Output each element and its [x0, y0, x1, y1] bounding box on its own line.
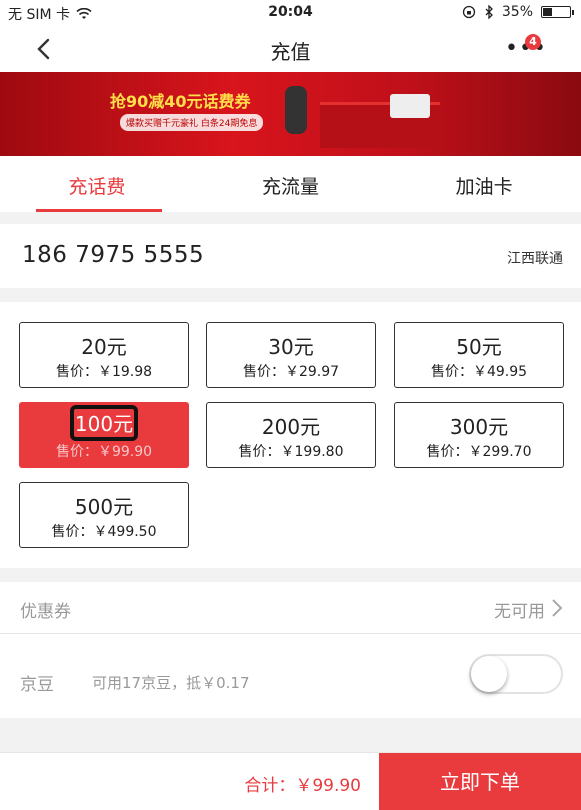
amount-option-50[interactable]: 50元 售价：￥49.95 — [394, 322, 564, 388]
amount-option-300[interactable]: 300元 售价：￥299.70 — [394, 402, 564, 468]
amount-sale-price: 售价：￥99.90 — [55, 444, 153, 460]
phone-number-row: 186 7975 5555 江西联通 — [0, 224, 581, 288]
battery-percent: 35% — [501, 4, 533, 20]
amount-face-value: 20元 — [81, 335, 127, 359]
banner-shaver-image — [285, 86, 307, 134]
tab-label: 充话费 — [68, 176, 126, 198]
status-right: 35% — [462, 4, 574, 20]
amount-sale-price: 售价：￥49.95 — [430, 364, 528, 380]
place-order-button[interactable]: 立即下单 — [379, 753, 581, 810]
amount-face-value: 30元 — [268, 335, 314, 359]
banner-headline: 抢90减40元话费券 — [110, 92, 251, 111]
order-total: 合计：￥99.90 — [244, 776, 361, 796]
banner-product-image — [390, 94, 430, 118]
amount-option-500[interactable]: 500元 售价：￥499.50 — [19, 482, 189, 548]
amount-sale-price: 售价：￥19.98 — [55, 364, 153, 380]
navigation-bar: 充值 ••• 4 — [0, 26, 581, 72]
notification-badge: 4 — [525, 34, 541, 50]
jd-beans-row: 京豆 可用17京豆，抵￥0.17 — [0, 634, 581, 718]
amount-face-value: 500元 — [74, 495, 134, 519]
status-bar: 无 SIM 卡 20:04 35% — [0, 0, 581, 26]
more-button[interactable]: ••• 4 — [501, 34, 546, 64]
amount-face-value: 100元 — [70, 405, 138, 441]
amount-sale-price: 售价：￥29.97 — [242, 364, 340, 380]
amount-option-20[interactable]: 20元 售价：￥19.98 — [19, 322, 189, 388]
tab-bar: 充话费 充流量 加油卡 — [0, 156, 581, 212]
amount-face-value: 300元 — [449, 415, 509, 439]
coupon-value: 无可用 — [494, 602, 545, 622]
tab-data-recharge[interactable]: 充流量 — [194, 156, 388, 212]
promo-banner[interactable]: 抢90减40元话费券 爆款买赠千元豪礼 白条24期免息 — [0, 72, 581, 156]
beans-available-text: 可用17京豆，抵￥0.17 — [92, 674, 250, 692]
toggle-knob — [471, 656, 507, 692]
bluetooth-icon — [485, 5, 493, 19]
phone-number-input[interactable]: 186 7975 5555 — [22, 242, 204, 268]
coupon-row[interactable]: 优惠券 无可用 — [0, 582, 581, 634]
tab-label: 充流量 — [262, 176, 320, 198]
amount-option-200[interactable]: 200元 售价：￥199.80 — [206, 402, 376, 468]
amount-sale-price: 售价：￥199.80 — [238, 444, 344, 460]
amount-sale-price: 售价：￥299.70 — [426, 444, 532, 460]
page-title: 充值 — [270, 40, 311, 64]
orientation-lock-icon — [462, 5, 476, 19]
chevron-right-icon — [552, 599, 563, 617]
amount-options: 20元 售价：￥19.98 30元 售价：￥29.97 50元 售价：￥49.9… — [0, 302, 581, 568]
amount-face-value: 200元 — [261, 415, 321, 439]
beans-toggle[interactable] — [469, 654, 563, 694]
amount-face-value: 50元 — [456, 335, 502, 359]
battery-icon — [541, 6, 574, 18]
banner-subtext: 爆款买赠千元豪礼 白条24期免息 — [120, 114, 264, 131]
battery-fill — [543, 8, 552, 16]
checkout-bar: 合计：￥99.90 立即下单 — [0, 752, 581, 810]
beans-label: 京豆 — [20, 675, 54, 695]
amount-sale-price: 售价：￥499.50 — [51, 524, 157, 540]
amount-option-100[interactable]: 100元 售价：￥99.90 — [19, 402, 189, 468]
carrier-label: 江西联通 — [507, 251, 563, 267]
tab-label: 加油卡 — [455, 176, 513, 198]
amount-option-30[interactable]: 30元 售价：￥29.97 — [206, 322, 376, 388]
tab-fuel-card[interactable]: 加油卡 — [387, 156, 581, 212]
tab-active-indicator — [36, 209, 162, 212]
coupon-label: 优惠券 — [20, 602, 71, 622]
tab-phone-recharge[interactable]: 充话费 — [0, 156, 194, 212]
